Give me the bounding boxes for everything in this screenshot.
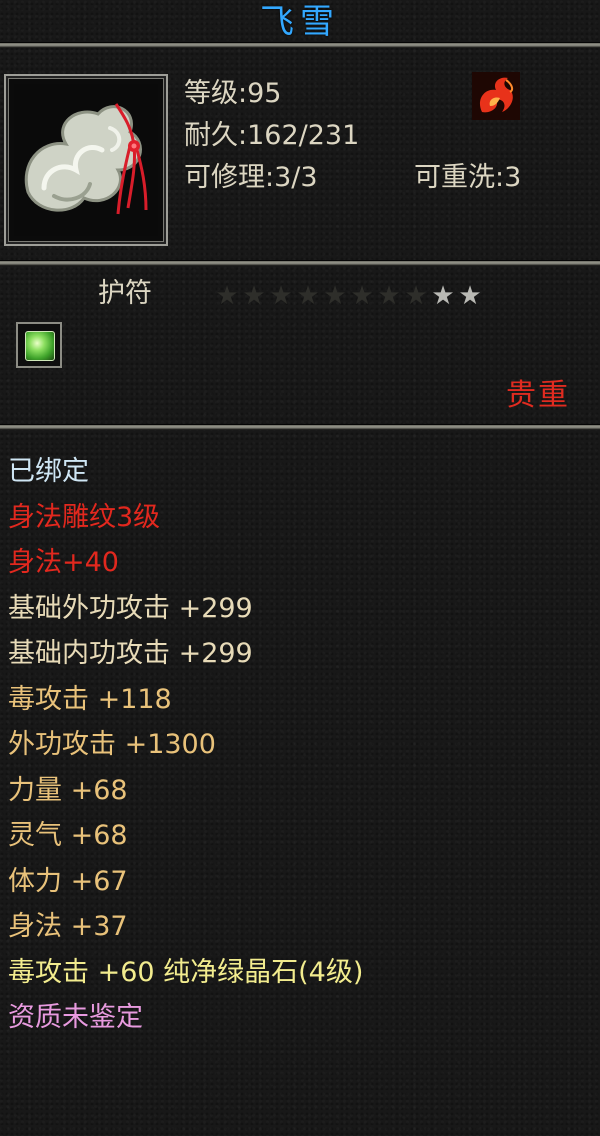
- rarity-label: 贵重: [506, 378, 570, 413]
- star-lit-icon: ★: [431, 281, 455, 311]
- rewashable-stat: 可重洗:3: [414, 162, 522, 193]
- star-rating: ★ ★ ★ ★ ★ ★ ★ ★ ★ ★: [214, 282, 483, 310]
- jade-amulet-icon: [14, 84, 158, 236]
- divider-top: [0, 42, 600, 48]
- item-name: 飞雪: [260, 2, 340, 42]
- item-icon-frame[interactable]: [4, 74, 168, 246]
- item-tooltip-panel: 飞雪 等级:95 耐久:162/231 可修理:3/3 可重洗:3 护符 ★ ★ ★…: [0, 0, 600, 1136]
- repairable-stat: 可修理:3/3: [184, 162, 318, 193]
- divider-attributes: [0, 424, 600, 430]
- attribute-line: 已绑定: [8, 456, 89, 487]
- attribute-line: 身法 +37: [8, 911, 128, 942]
- attribute-line: 毒攻击 +118: [8, 684, 172, 715]
- item-type: 护符: [98, 278, 152, 309]
- level-stat: 等级:95: [184, 78, 282, 109]
- durability-stat: 耐久:162/231: [184, 120, 360, 151]
- star-lit-icon: ★: [458, 281, 482, 311]
- attribute-line: 基础内功攻击 +299: [8, 638, 253, 669]
- star-unlit-icon: ★: [215, 281, 239, 311]
- attribute-line: 体力 +67: [8, 866, 128, 897]
- attribute-line: 身法+40: [8, 547, 119, 578]
- gem-slot[interactable]: [16, 322, 62, 368]
- star-unlit-icon: ★: [323, 281, 347, 311]
- star-unlit-icon: ★: [377, 281, 401, 311]
- attribute-line: 身法雕纹3级: [8, 502, 161, 533]
- attribute-line: 灵气 +68: [8, 820, 128, 851]
- attribute-line: 毒攻击 +60 纯净绿晶石(4级): [8, 957, 364, 988]
- star-unlit-icon: ★: [269, 281, 293, 311]
- green-gem-icon: [25, 331, 55, 361]
- attribute-line: 外功攻击 +1300: [8, 729, 216, 760]
- star-unlit-icon: ★: [242, 281, 266, 311]
- flame-icon: [472, 72, 520, 120]
- star-unlit-icon: ★: [350, 281, 374, 311]
- attribute-line: 资质未鉴定: [8, 1002, 143, 1033]
- attribute-line: 力量 +68: [8, 775, 128, 806]
- divider-header: [0, 260, 600, 266]
- star-unlit-icon: ★: [404, 281, 428, 311]
- attribute-line: 基础外功攻击 +299: [8, 593, 253, 624]
- star-unlit-icon: ★: [296, 281, 320, 311]
